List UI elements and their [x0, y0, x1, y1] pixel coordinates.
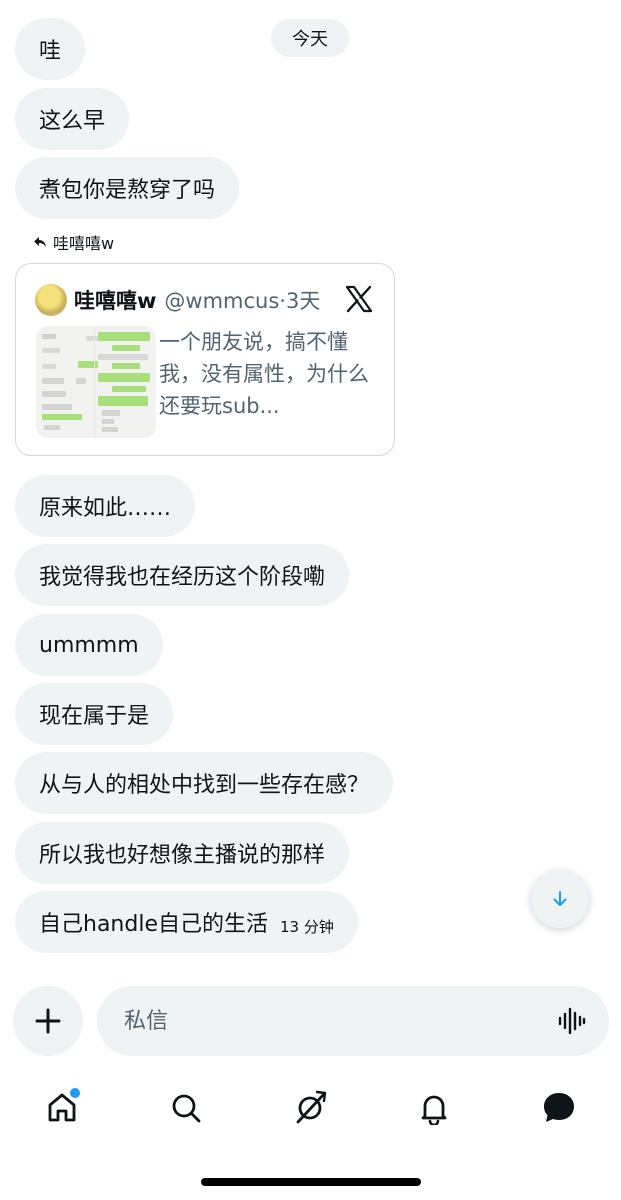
add-media-button[interactable]: [13, 986, 83, 1056]
nav-messages[interactable]: [537, 1086, 581, 1130]
reply-to-name: 哇嘻嘻w: [53, 234, 115, 253]
message-text: 自己handle自己的生活: [39, 912, 268, 937]
quoted-post-text: 一个朋友说，搞不懂我，没有属性，为什么还要玩sub...: [159, 330, 369, 418]
message-bubble-last[interactable]: 自己handle自己的生活 13 分钟: [15, 891, 358, 953]
nav-home[interactable]: [40, 1086, 84, 1130]
message-bubble[interactable]: 现在属于是: [15, 683, 174, 745]
message-bubble[interactable]: 哇: [15, 18, 86, 80]
reply-label: 哇嘻嘻w: [33, 230, 114, 254]
notifications-icon: [421, 1095, 447, 1125]
home-indicator: [201, 1178, 421, 1186]
message-timestamp: 13 分钟: [279, 917, 334, 936]
x-logo-icon: [345, 285, 373, 313]
plus-icon: [35, 1008, 61, 1034]
voice-message-icon[interactable]: [557, 1006, 587, 1036]
avatar: [35, 284, 67, 316]
author-name: 哇嘻嘻w: [74, 289, 157, 313]
bottom-nav: [0, 1076, 621, 1140]
reply-arrow-icon: [34, 237, 46, 247]
messages-icon: [544, 1093, 574, 1122]
message-bubble[interactable]: 从与人的相处中找到一些存在感？: [15, 752, 394, 814]
quoted-post-card[interactable]: 哇嘻嘻w @wmmcus·3天 一个朋友说，搞不懂我，没有属性，为什么还要玩su…: [15, 263, 395, 456]
message-bubble[interactable]: 我觉得我也在经历这个阶段嘞: [15, 544, 350, 606]
grok-icon: [296, 1090, 327, 1124]
message-composer[interactable]: [97, 986, 609, 1056]
message-bubble[interactable]: 原来如此……: [15, 475, 196, 537]
scroll-to-bottom-button[interactable]: [531, 870, 589, 928]
nav-notifications[interactable]: [412, 1086, 456, 1130]
notification-dot: [68, 1086, 82, 1100]
arrow-down-icon: [553, 891, 567, 906]
quoted-post-header: 哇嘻嘻w @wmmcus·3天: [35, 284, 320, 316]
date-divider: 今天: [271, 19, 349, 57]
search-icon: [172, 1094, 201, 1123]
author-handle: @wmmcus·3天: [164, 289, 321, 313]
nav-grok[interactable]: [288, 1086, 332, 1130]
message-input[interactable]: [122, 1007, 557, 1035]
message-bubble[interactable]: 所以我也好想像主播说的那样: [15, 822, 350, 884]
nav-search[interactable]: [164, 1086, 208, 1130]
chat-screenshot-thumbnail: [36, 326, 156, 438]
message-bubble[interactable]: 这么早: [15, 88, 130, 150]
message-bubble[interactable]: 煮包你是熬穿了吗: [15, 157, 240, 219]
message-bubble[interactable]: ummmm: [15, 614, 163, 676]
